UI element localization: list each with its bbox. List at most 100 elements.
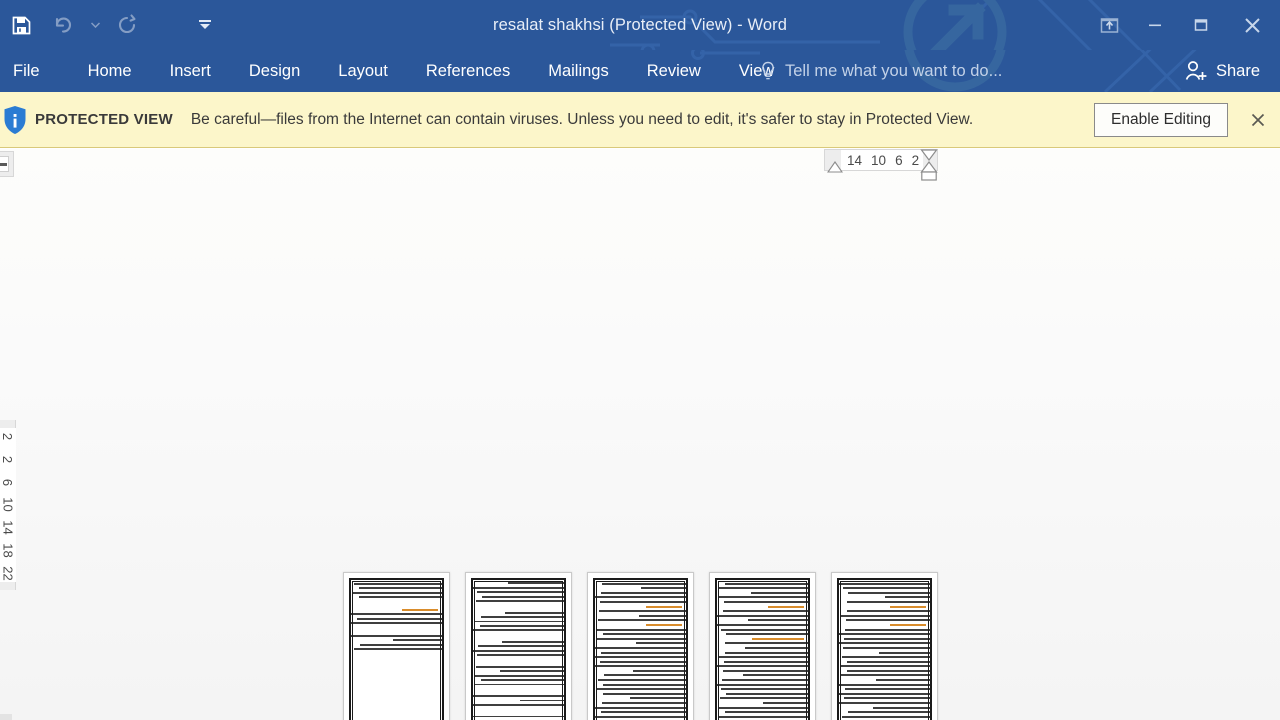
undo-dropdown-button[interactable] (84, 4, 106, 46)
document-page-1[interactable] (343, 572, 450, 720)
close-icon (1244, 17, 1260, 33)
vruler-tick-4: 14 (0, 520, 16, 536)
restore-icon (1194, 19, 1208, 31)
minimize-button[interactable] (1132, 4, 1178, 46)
document-workspace[interactable]: 14 10 6 2 2 2 6 10 14 18 22 (0, 149, 1280, 720)
hruler-tick-14: 14 (847, 152, 863, 168)
page-content-3 (593, 578, 688, 720)
vertical-ruler[interactable]: 2 2 6 10 14 18 22 (0, 420, 16, 590)
ribbon-display-options-button[interactable] (1086, 4, 1132, 46)
tell-me-placeholder: Tell me what you want to do... (785, 61, 1003, 80)
page-text-line (875, 679, 932, 682)
vruler-tick-1: 2 (0, 455, 16, 463)
page-text-line (845, 619, 932, 622)
tab-stop-selector[interactable] (0, 151, 14, 177)
page-text-line (349, 622, 444, 625)
page-text-line (602, 692, 688, 695)
tab-insert[interactable]: Insert (170, 50, 211, 92)
share-person-icon (1185, 61, 1207, 80)
word-application-window: resalat shakhsi (Protected View) - Word (0, 0, 1280, 720)
page-text-line (878, 651, 932, 654)
page-text-line (838, 683, 932, 686)
page-text-line (471, 578, 566, 580)
page-text-line (595, 578, 688, 580)
document-page-3[interactable] (587, 572, 694, 720)
chevron-down-icon (90, 22, 100, 28)
save-button[interactable] (0, 4, 42, 46)
protected-view-message: Be careful—files from the Internet can c… (190, 110, 974, 128)
page-text-line (593, 665, 688, 668)
page-text-line (402, 608, 439, 611)
first-line-and-hanging-indent-markers-icon[interactable] (920, 149, 938, 182)
page-text-line (719, 697, 810, 700)
page-text-line (646, 605, 683, 608)
page-text-line (350, 613, 444, 616)
page-text-line (595, 637, 688, 640)
chevron-down-bar-icon (199, 20, 211, 29)
document-page-4[interactable] (709, 572, 816, 720)
enable-editing-button[interactable]: Enable Editing (1094, 102, 1228, 137)
page-text-line (715, 623, 810, 626)
page-text-line (359, 587, 444, 590)
page-text-line (594, 706, 688, 709)
document-page-5[interactable] (831, 572, 938, 720)
page-text-line (721, 679, 810, 682)
page-text-line (630, 697, 688, 700)
tab-stop-glyph-box (0, 156, 9, 172)
page-text-line (837, 642, 932, 645)
page-text-line (837, 702, 932, 705)
page-text-line (474, 674, 566, 677)
page-text-line (475, 665, 566, 668)
close-button[interactable] (1224, 4, 1280, 46)
page-text-line (718, 587, 810, 590)
page-text-line (471, 634, 566, 639)
info-shield-icon (4, 105, 26, 134)
page-text-line (603, 683, 688, 686)
quick-access-toolbar (0, 0, 226, 50)
page-text-line (716, 665, 810, 668)
tell-me-search[interactable]: Tell me what you want to do... (760, 50, 1002, 92)
tab-file[interactable]: File (13, 50, 40, 92)
page-text-line (482, 595, 566, 598)
document-page-2[interactable] (465, 572, 572, 720)
redo-button[interactable] (106, 4, 148, 46)
lightbulb-icon (762, 61, 774, 80)
page-text-line (596, 688, 688, 691)
undo-button[interactable] (42, 4, 84, 46)
ribbon-tabs: File Home Insert Design Layout Reference… (0, 50, 793, 92)
page-text-line (599, 660, 688, 663)
page-text-line (604, 674, 688, 677)
tab-references[interactable]: References (426, 50, 510, 92)
page-content-5 (837, 578, 932, 720)
minimize-icon (1149, 24, 1161, 27)
share-button[interactable]: Share (1178, 50, 1266, 92)
page-content-1 (349, 578, 444, 720)
page-text-line (723, 600, 810, 603)
page-text-line (598, 610, 688, 613)
restore-button[interactable] (1178, 4, 1224, 46)
tab-layout[interactable]: Layout (338, 50, 388, 92)
page-text-line (392, 639, 444, 642)
page-text-line (717, 715, 810, 718)
vertical-scrollbar-thumb[interactable] (0, 714, 12, 720)
page-text-line (725, 642, 810, 645)
close-protected-view-bar-button[interactable] (1246, 108, 1270, 132)
page-text-line (751, 591, 810, 594)
tab-design[interactable]: Design (249, 50, 300, 92)
page-text-line (599, 600, 688, 603)
page-text-line (398, 578, 444, 580)
tab-home[interactable]: Home (88, 50, 132, 92)
page-text-line (471, 586, 566, 589)
horizontal-ruler[interactable]: 14 10 6 2 (824, 149, 938, 181)
page-text-line (890, 623, 927, 626)
page-text-line (719, 578, 810, 580)
page-text-line (600, 711, 688, 714)
tab-review[interactable]: Review (647, 50, 701, 92)
page-text-line (726, 692, 810, 695)
customize-quick-access-toolbar-button[interactable] (184, 4, 226, 46)
tab-mailings[interactable]: Mailings (548, 50, 609, 92)
page-text-line (472, 629, 566, 632)
right-indent-marker-icon[interactable] (827, 161, 843, 173)
page-text-line (476, 654, 566, 657)
page-text-line (476, 591, 566, 594)
